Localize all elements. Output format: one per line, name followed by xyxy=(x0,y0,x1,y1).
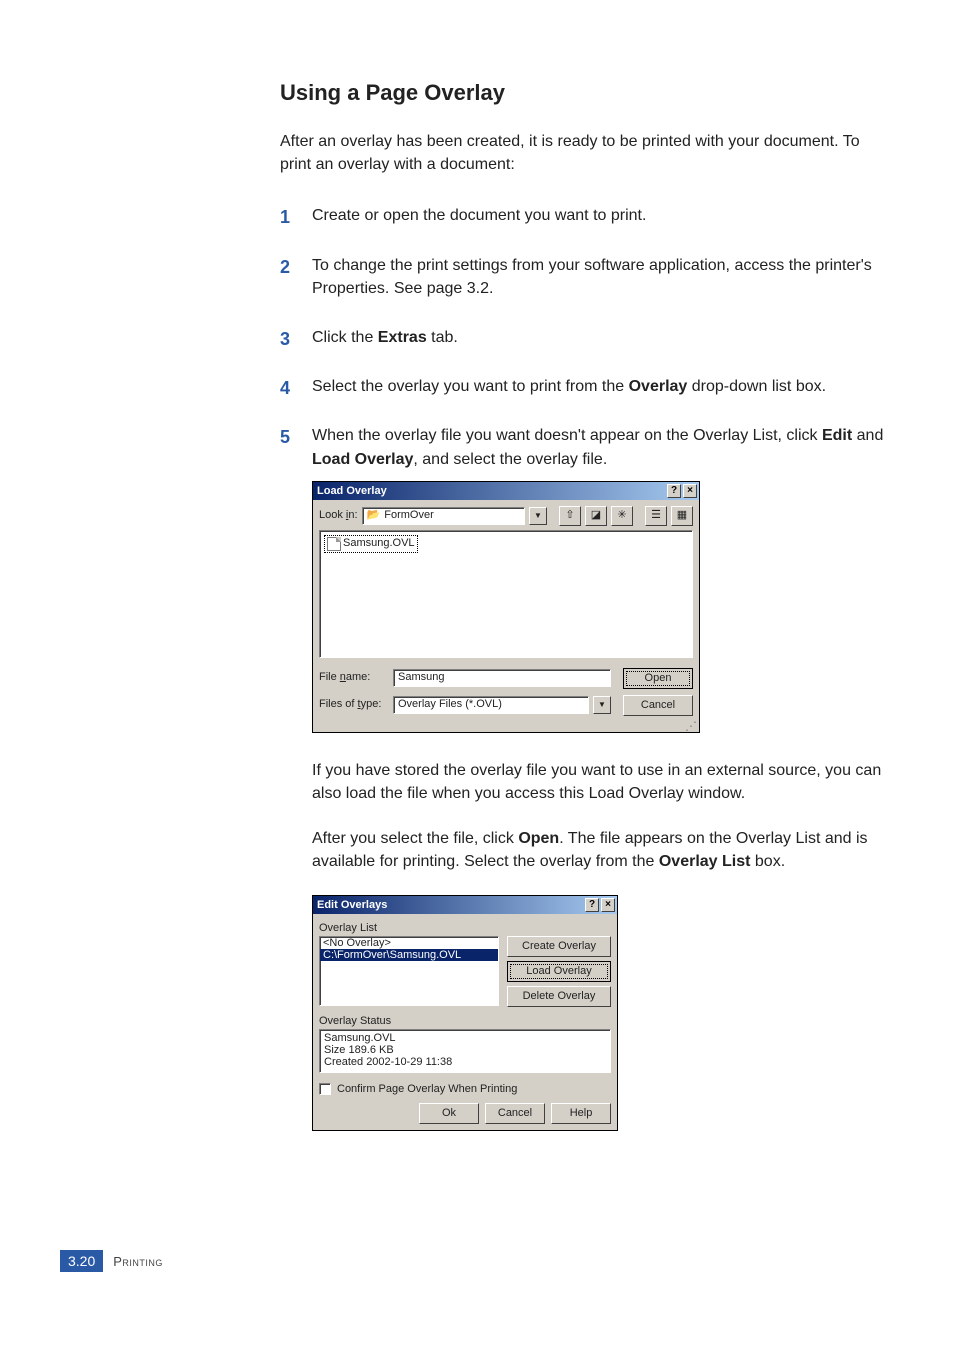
step-5: 5 When the overlay file you want doesn't… xyxy=(280,424,894,732)
step-text: Click the Extras tab. xyxy=(312,329,458,346)
file-list[interactable]: Samsung.OVL xyxy=(319,530,693,658)
dialog-titlebar[interactable]: Edit Overlays ? × xyxy=(313,896,617,914)
status-line: Samsung.OVL xyxy=(324,1032,606,1044)
file-icon xyxy=(327,537,341,551)
footer-section-label: Printing xyxy=(113,1254,163,1269)
cancel-button[interactable]: Cancel xyxy=(485,1103,545,1124)
step-text: Select the overlay you want to print fro… xyxy=(312,378,826,395)
step-number: 2 xyxy=(280,254,290,280)
create-overlay-button[interactable]: Create Overlay xyxy=(507,936,611,957)
filename-label: File name: xyxy=(319,670,389,686)
step-text: To change the print settings from your s… xyxy=(312,257,872,297)
list-item[interactable]: C:\FormOver\Samsung.OVL xyxy=(320,949,498,961)
ok-button[interactable]: Ok xyxy=(419,1103,479,1124)
dialog-title: Load Overlay xyxy=(317,482,665,500)
step-4: 4 Select the overlay you want to print f… xyxy=(280,375,894,398)
resize-grip-icon[interactable]: ⋰ xyxy=(313,722,699,732)
folder-open-icon: 📂 xyxy=(367,508,381,524)
edit-overlays-dialog: Edit Overlays ? × Overlay List <No Overl… xyxy=(312,895,618,1131)
overlay-status-label: Overlay Status xyxy=(319,1015,611,1027)
close-button[interactable]: × xyxy=(683,484,697,498)
paragraph-after-select: After you select the file, click Open. T… xyxy=(280,827,894,873)
dialog-body: Look in: 📂 FormOver ▼ ⇧ ◪ ✳ ☰ ▦ xyxy=(313,500,699,722)
intro-paragraph: After an overlay has been created, it is… xyxy=(280,130,894,176)
overlay-status-box: Samsung.OVL Size 189.6 KB Created 2002-1… xyxy=(319,1029,611,1073)
lookin-row: Look in: 📂 FormOver ▼ ⇧ ◪ ✳ ☰ ▦ xyxy=(319,506,693,526)
step-2: 2 To change the print settings from your… xyxy=(280,254,894,300)
page-reference: page 3.2 xyxy=(427,280,489,297)
new-folder-icon[interactable]: ✳ xyxy=(611,506,633,526)
lookin-dropdown[interactable]: 📂 FormOver xyxy=(362,507,525,525)
file-item[interactable]: Samsung.OVL xyxy=(324,535,418,553)
step-number: 5 xyxy=(280,424,290,450)
step-number: 4 xyxy=(280,375,290,401)
delete-overlay-button[interactable]: Delete Overlay xyxy=(507,986,611,1007)
help-button[interactable]: Help xyxy=(551,1103,611,1124)
steps-list: 1 Create or open the document you want t… xyxy=(280,204,894,732)
step-number: 3 xyxy=(280,326,290,352)
filetype-dropdown[interactable]: Overlay Files (*.OVL) xyxy=(393,696,589,714)
open-button[interactable]: Open xyxy=(623,668,693,689)
filename-row: File name: Samsung Open xyxy=(319,668,693,689)
step-text: When the overlay file you want doesn't a… xyxy=(312,427,883,467)
section-heading: Using a Page Overlay xyxy=(280,80,894,106)
confirm-checkbox-label: Confirm Page Overlay When Printing xyxy=(337,1083,517,1095)
chevron-down-icon[interactable]: ▼ xyxy=(593,696,611,714)
filename-input[interactable]: Samsung xyxy=(393,669,611,687)
dialog-body: Overlay List <No Overlay> C:\FormOver\Sa… xyxy=(313,914,617,1130)
checkbox-icon[interactable] xyxy=(319,1083,331,1095)
step-text: Create or open the document you want to … xyxy=(312,207,646,224)
paragraph-external-source: If you have stored the overlay file you … xyxy=(280,759,894,805)
status-line: Created 2002-10-29 11:38 xyxy=(324,1056,606,1068)
dialog-title: Edit Overlays xyxy=(317,896,583,914)
lookin-value: FormOver xyxy=(384,508,434,524)
close-button[interactable]: × xyxy=(601,898,615,912)
file-item-label: Samsung.OVL xyxy=(343,536,415,552)
cancel-button[interactable]: Cancel xyxy=(623,695,693,716)
chevron-down-icon[interactable]: ▼ xyxy=(529,507,547,525)
help-button[interactable]: ? xyxy=(667,484,681,498)
list-item[interactable]: <No Overlay> xyxy=(320,937,498,949)
list-view-icon[interactable]: ☰ xyxy=(645,506,667,526)
dialog-titlebar[interactable]: Load Overlay ? × xyxy=(313,482,699,500)
dialog-button-row: Ok Cancel Help xyxy=(319,1103,611,1124)
lookin-label: Look in: xyxy=(319,508,358,524)
step-3: 3 Click the Extras tab. xyxy=(280,326,894,349)
help-button[interactable]: ? xyxy=(585,898,599,912)
page-footer: 3.20 Printing xyxy=(60,1250,163,1272)
details-view-icon[interactable]: ▦ xyxy=(671,506,693,526)
load-overlay-dialog: Load Overlay ? × Look in: 📂 FormOver ▼ ⇧ xyxy=(312,481,700,733)
load-overlay-button[interactable]: Load Overlay xyxy=(507,961,611,982)
confirm-checkbox-row[interactable]: Confirm Page Overlay When Printing xyxy=(319,1083,611,1095)
up-one-level-icon[interactable]: ⇧ xyxy=(559,506,581,526)
overlay-listbox[interactable]: <No Overlay> C:\FormOver\Samsung.OVL xyxy=(319,936,499,1006)
filetype-row: Files of type: Overlay Files (*.OVL) ▼ C… xyxy=(319,695,693,716)
overlay-list-label: Overlay List xyxy=(319,922,611,934)
step-number: 1 xyxy=(280,204,290,230)
page-number-badge: 3.20 xyxy=(60,1250,103,1272)
desktop-icon[interactable]: ◪ xyxy=(585,506,607,526)
status-line: Size 189.6 KB xyxy=(324,1044,606,1056)
page-content: Using a Page Overlay After an overlay ha… xyxy=(0,0,954,1300)
step-1: 1 Create or open the document you want t… xyxy=(280,204,894,227)
filetype-label: Files of type: xyxy=(319,697,389,713)
